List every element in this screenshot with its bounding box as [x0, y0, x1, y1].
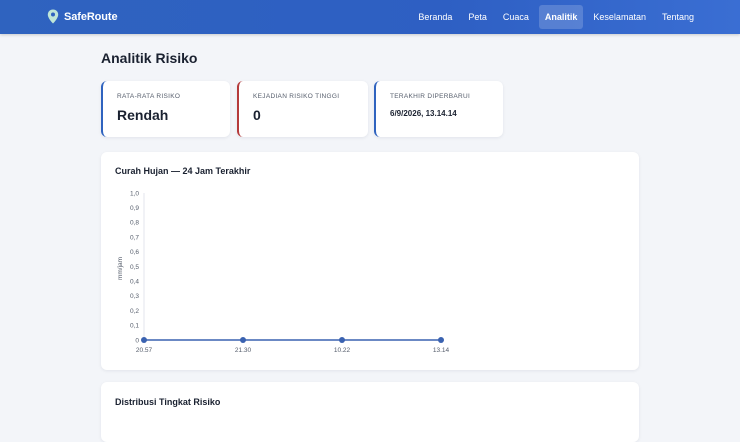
page-title: Analitik Risiko — [101, 50, 198, 66]
x-tick-label: 21.30 — [235, 347, 252, 354]
card-value: 0 — [253, 107, 261, 123]
rainfall-data-point — [141, 337, 147, 343]
y-tick-label: 0,5 — [130, 264, 139, 271]
x-tick-label: 13.14 — [433, 347, 450, 354]
map-pin-icon — [47, 9, 59, 24]
x-tick-label: 10.22 — [334, 347, 351, 354]
brand-name: SafeRoute — [64, 10, 118, 23]
nav-item-keselamatan[interactable]: Keselamatan — [587, 5, 652, 29]
nav-item-tentang[interactable]: Tentang — [656, 5, 700, 29]
card-label: TERAKHIR DIPERBARUI — [390, 93, 471, 100]
card-label: RATA-RATA RISIKO — [117, 93, 181, 100]
main-nav: Beranda Peta Cuaca Analitik Keselamatan … — [412, 5, 700, 29]
y-tick-label: 0,1 — [130, 323, 139, 330]
average-risk-card: RATA-RATA RISIKO Rendah — [101, 81, 230, 137]
nav-item-cuaca[interactable]: Cuaca — [497, 5, 535, 29]
rainfall-data-point — [339, 337, 345, 343]
y-tick-label: 0,2 — [130, 308, 139, 315]
rainfall-data-point — [240, 337, 246, 343]
x-tick-label: 20.57 — [136, 347, 153, 354]
card-value: Rendah — [117, 107, 169, 123]
card-value: 6/9/2026, 13.14.14 — [390, 109, 457, 118]
y-tick-label: 0 — [135, 337, 139, 344]
y-tick-label: 0,8 — [130, 220, 139, 227]
y-tick-label: 0,3 — [130, 293, 139, 300]
nav-item-analitik[interactable]: Analitik — [538, 5, 584, 29]
rainfall-data-point — [438, 337, 444, 343]
rainfall-chart: 0 0,1 0,2 0,3 0,4 0,5 0,6 0,7 0,8 0,9 1,0 mm/jam 20.… — [117, 190, 450, 354]
distribution-title: Distribusi Tingkat Risiko — [115, 397, 221, 407]
y-axis-label: mm/jam — [117, 257, 124, 280]
high-risk-events-card: KEJADIAN RISIKO TINGGI 0 — [237, 81, 368, 137]
card-label: KEJADIAN RISIKO TINGGI — [253, 93, 340, 100]
nav-item-beranda[interactable]: Beranda — [412, 5, 458, 29]
rainfall-chart-card: Curah Hujan — 24 Jam Terakhir 0 0,1 0,2 0,3… — [101, 152, 639, 370]
y-tick-label: 0,6 — [130, 249, 139, 256]
top-navbar: SafeRoute Beranda Peta Cuaca Analitik Ke… — [0, 0, 740, 34]
brand[interactable]: SafeRoute — [47, 9, 118, 24]
last-updated-card: TERAKHIR DIPERBARUI 6/9/2026, 13.14.14 — [374, 81, 503, 137]
y-tick-label: 1,0 — [130, 190, 139, 197]
risk-distribution-card: Distribusi Tingkat Risiko — [101, 382, 639, 442]
y-tick-label: 0,9 — [130, 205, 139, 212]
y-tick-label: 0,7 — [130, 234, 139, 241]
y-tick-label: 0,4 — [130, 279, 139, 286]
nav-item-peta[interactable]: Peta — [462, 5, 493, 29]
